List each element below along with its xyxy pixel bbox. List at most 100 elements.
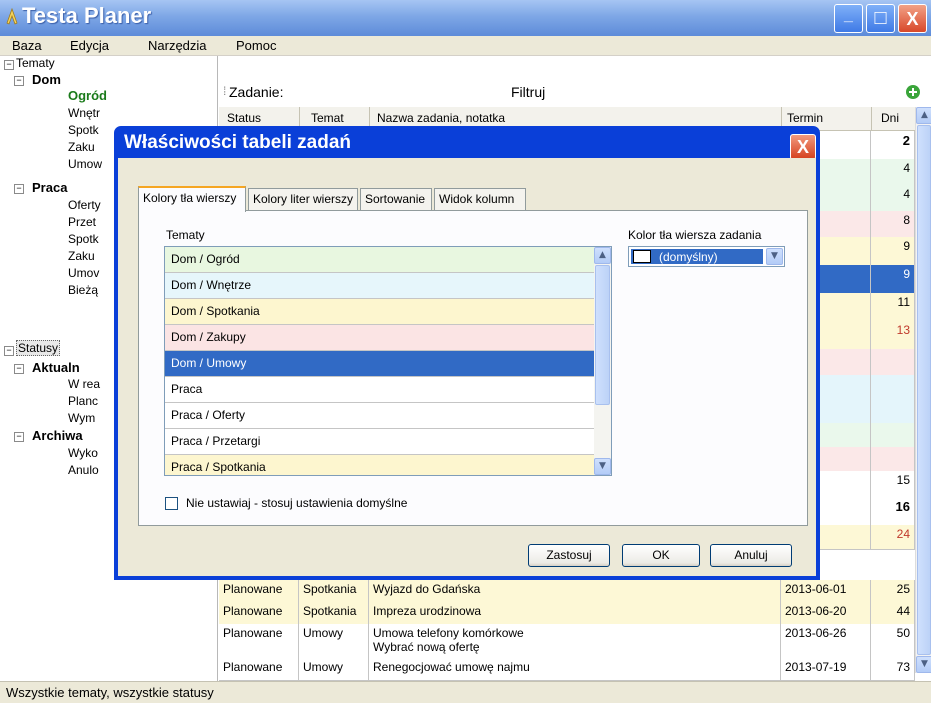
list-item[interactable]: Praca / Oferty bbox=[165, 403, 595, 429]
tree-node-praca-zakupy[interactable]: Zaku bbox=[68, 249, 95, 263]
tree-node-w-realizacji[interactable]: W rea bbox=[68, 377, 100, 391]
list-item[interactable]: Praca / Spotkania bbox=[165, 455, 595, 475]
tree-node-praca-oferty[interactable]: Oferty bbox=[68, 198, 101, 212]
tree-root-statusy[interactable]: Statusy bbox=[16, 340, 61, 356]
tree-node-anulowane[interactable]: Anulo bbox=[68, 463, 99, 477]
column-header-status[interactable]: Status bbox=[227, 111, 261, 125]
tree-node-dom-umowy[interactable]: Umow bbox=[68, 157, 102, 171]
column-header-nazwa[interactable]: Nazwa zadania, notatka bbox=[377, 111, 505, 125]
table-row[interactable]: Planowane Umowy Umowa telefony komórkowe Wy… bbox=[219, 624, 915, 659]
minimize-button[interactable]: _ bbox=[834, 4, 863, 33]
collapse-icon[interactable]: − bbox=[4, 346, 14, 356]
tree-node-wymagane[interactable]: Wym bbox=[68, 411, 95, 425]
table-row[interactable]: Planowane Umowy Renegocjować umowę najmu 20… bbox=[219, 658, 915, 681]
scroll-up-icon[interactable]: ▲ bbox=[916, 107, 931, 124]
list-item[interactable]: Praca bbox=[165, 377, 595, 403]
collapse-icon[interactable]: − bbox=[4, 60, 14, 70]
cell-dni: 24 bbox=[871, 525, 915, 549]
cell-dni: 4 bbox=[871, 185, 915, 211]
cell-nazwa: Impreza urodzinowa bbox=[369, 602, 781, 624]
topics-label: Tematy bbox=[166, 228, 205, 242]
tree-node-dom[interactable]: Dom bbox=[32, 72, 61, 87]
menu-edycja[interactable]: Edycja bbox=[70, 38, 109, 53]
list-item[interactable]: Dom / Wnętrze bbox=[165, 273, 595, 299]
ok-button[interactable]: OK bbox=[622, 544, 700, 567]
tree-node-praca-umowy[interactable]: Umov bbox=[68, 266, 99, 280]
cell-dni: 13 bbox=[871, 321, 915, 349]
tree-node-dom-wnetrze[interactable]: Wnętr bbox=[68, 106, 100, 120]
tree-node-dom-ogrod[interactable]: Ogród bbox=[68, 88, 107, 103]
tab-column-view[interactable]: Widok kolumn bbox=[434, 188, 526, 210]
cell-dni: 2 bbox=[871, 131, 915, 159]
list-item[interactable]: Dom / Ogród bbox=[165, 247, 595, 273]
menu-narzedzia[interactable]: Narzędzia bbox=[148, 38, 207, 53]
tree-node-praca-spotkania[interactable]: Spotk bbox=[68, 232, 99, 246]
scroll-down-icon[interactable]: ▼ bbox=[916, 656, 931, 673]
tree-node-wykonane[interactable]: Wyko bbox=[68, 446, 98, 460]
list-item[interactable]: Dom / Spotkania bbox=[165, 299, 595, 325]
table-row[interactable]: Planowane Spotkania Wyjazd do Gdańska 2013-… bbox=[219, 580, 915, 603]
grid-scrollbar[interactable]: ▲ ▼ bbox=[915, 107, 931, 673]
chevron-down-icon[interactable]: ▼ bbox=[766, 248, 783, 265]
tree-node-planowane[interactable]: Planc bbox=[68, 394, 98, 408]
scroll-thumb[interactable] bbox=[917, 125, 931, 655]
list-item[interactable]: Dom / Umowy bbox=[165, 351, 595, 377]
tree-node-dom-spotkania[interactable]: Spotk bbox=[68, 123, 99, 137]
cell-nazwa: Renegocjować umowę najmu bbox=[369, 658, 781, 680]
close-button[interactable]: X bbox=[898, 4, 927, 33]
cell-dni bbox=[871, 349, 915, 375]
tree-root-tematy[interactable]: Tematy bbox=[16, 56, 55, 70]
cell-dni: 25 bbox=[871, 580, 915, 602]
cell-temat: Spotkania bbox=[299, 602, 369, 624]
collapse-icon[interactable]: − bbox=[14, 432, 24, 442]
scroll-up-icon[interactable]: ▲ bbox=[594, 247, 611, 264]
cancel-button[interactable]: Anuluj bbox=[710, 544, 792, 567]
add-icon[interactable] bbox=[905, 84, 921, 100]
row-color-combo[interactable]: (domyślny) ▼ bbox=[628, 246, 785, 267]
tab-sorting[interactable]: Sortowanie bbox=[360, 188, 432, 210]
cell-termin: 2013-06-26 bbox=[781, 624, 871, 658]
collapse-icon[interactable]: − bbox=[14, 184, 24, 194]
filter-button[interactable]: Filtruj bbox=[511, 84, 545, 100]
tree-node-praca-przetargi[interactable]: Przet bbox=[68, 215, 96, 229]
table-row[interactable]: Planowane Spotkania Impreza urodzinowa 2013… bbox=[219, 602, 915, 625]
dialog-close-button[interactable]: X bbox=[790, 134, 816, 160]
default-settings-checkbox[interactable] bbox=[165, 497, 178, 510]
tree-node-dom-zakupy[interactable]: Zaku bbox=[68, 140, 95, 154]
list-item[interactable]: Dom / Zakupy bbox=[165, 325, 595, 351]
dialog-title: Właściwości tabeli zadań bbox=[124, 132, 352, 153]
app-title: Testa Planer bbox=[22, 3, 152, 28]
menu-pomoc[interactable]: Pomoc bbox=[236, 38, 276, 53]
filter-bar: ⁞ Zadanie: Filtruj bbox=[219, 80, 931, 106]
cell-status: Planowane bbox=[219, 658, 299, 680]
tree-node-archiwalne[interactable]: Archiwa bbox=[32, 428, 83, 443]
scroll-down-icon[interactable]: ▼ bbox=[594, 458, 611, 475]
collapse-icon[interactable]: − bbox=[14, 364, 24, 374]
tree-node-praca[interactable]: Praca bbox=[32, 180, 67, 195]
cell-dni bbox=[871, 447, 915, 471]
column-header-temat[interactable]: Temat bbox=[311, 111, 344, 125]
cell-dni: 4 bbox=[871, 159, 915, 185]
apply-button[interactable]: Zastosuj bbox=[528, 544, 610, 567]
tab-row-bg-colors[interactable]: Kolory tła wierszy bbox=[138, 186, 246, 212]
cell-dni: 44 bbox=[871, 602, 915, 624]
tree-node-praca-biezace[interactable]: Bieżą bbox=[68, 283, 98, 297]
cell-status: Planowane bbox=[219, 602, 299, 624]
tab-row-text-colors[interactable]: Kolory liter wierszy bbox=[248, 188, 358, 210]
cell-temat: Umowy bbox=[299, 658, 369, 680]
cell-status: Planowane bbox=[219, 580, 299, 602]
tree-node-aktualne[interactable]: Aktualn bbox=[32, 360, 80, 375]
list-item[interactable]: Praca / Przetargi bbox=[165, 429, 595, 455]
collapse-icon[interactable]: − bbox=[14, 76, 24, 86]
task-filter-label: Zadanie: bbox=[229, 84, 284, 100]
cell-status: Planowane bbox=[219, 624, 299, 658]
topics-scrollbar[interactable]: ▲ ▼ bbox=[594, 247, 611, 475]
title-bar[interactable]: Testa Planer _ □ X bbox=[0, 0, 931, 36]
menu-baza[interactable]: Baza bbox=[12, 38, 42, 53]
scroll-thumb[interactable] bbox=[595, 265, 610, 405]
column-header-dni[interactable]: Dni bbox=[881, 111, 899, 125]
column-header-termin[interactable]: Termin bbox=[787, 111, 823, 125]
topics-listbox[interactable]: Dom / Ogród Dom / Wnętrze Dom / Spotkania D… bbox=[164, 246, 612, 476]
cell-termin: 2013-06-01 bbox=[781, 580, 871, 602]
maximize-button[interactable]: □ bbox=[866, 4, 895, 33]
